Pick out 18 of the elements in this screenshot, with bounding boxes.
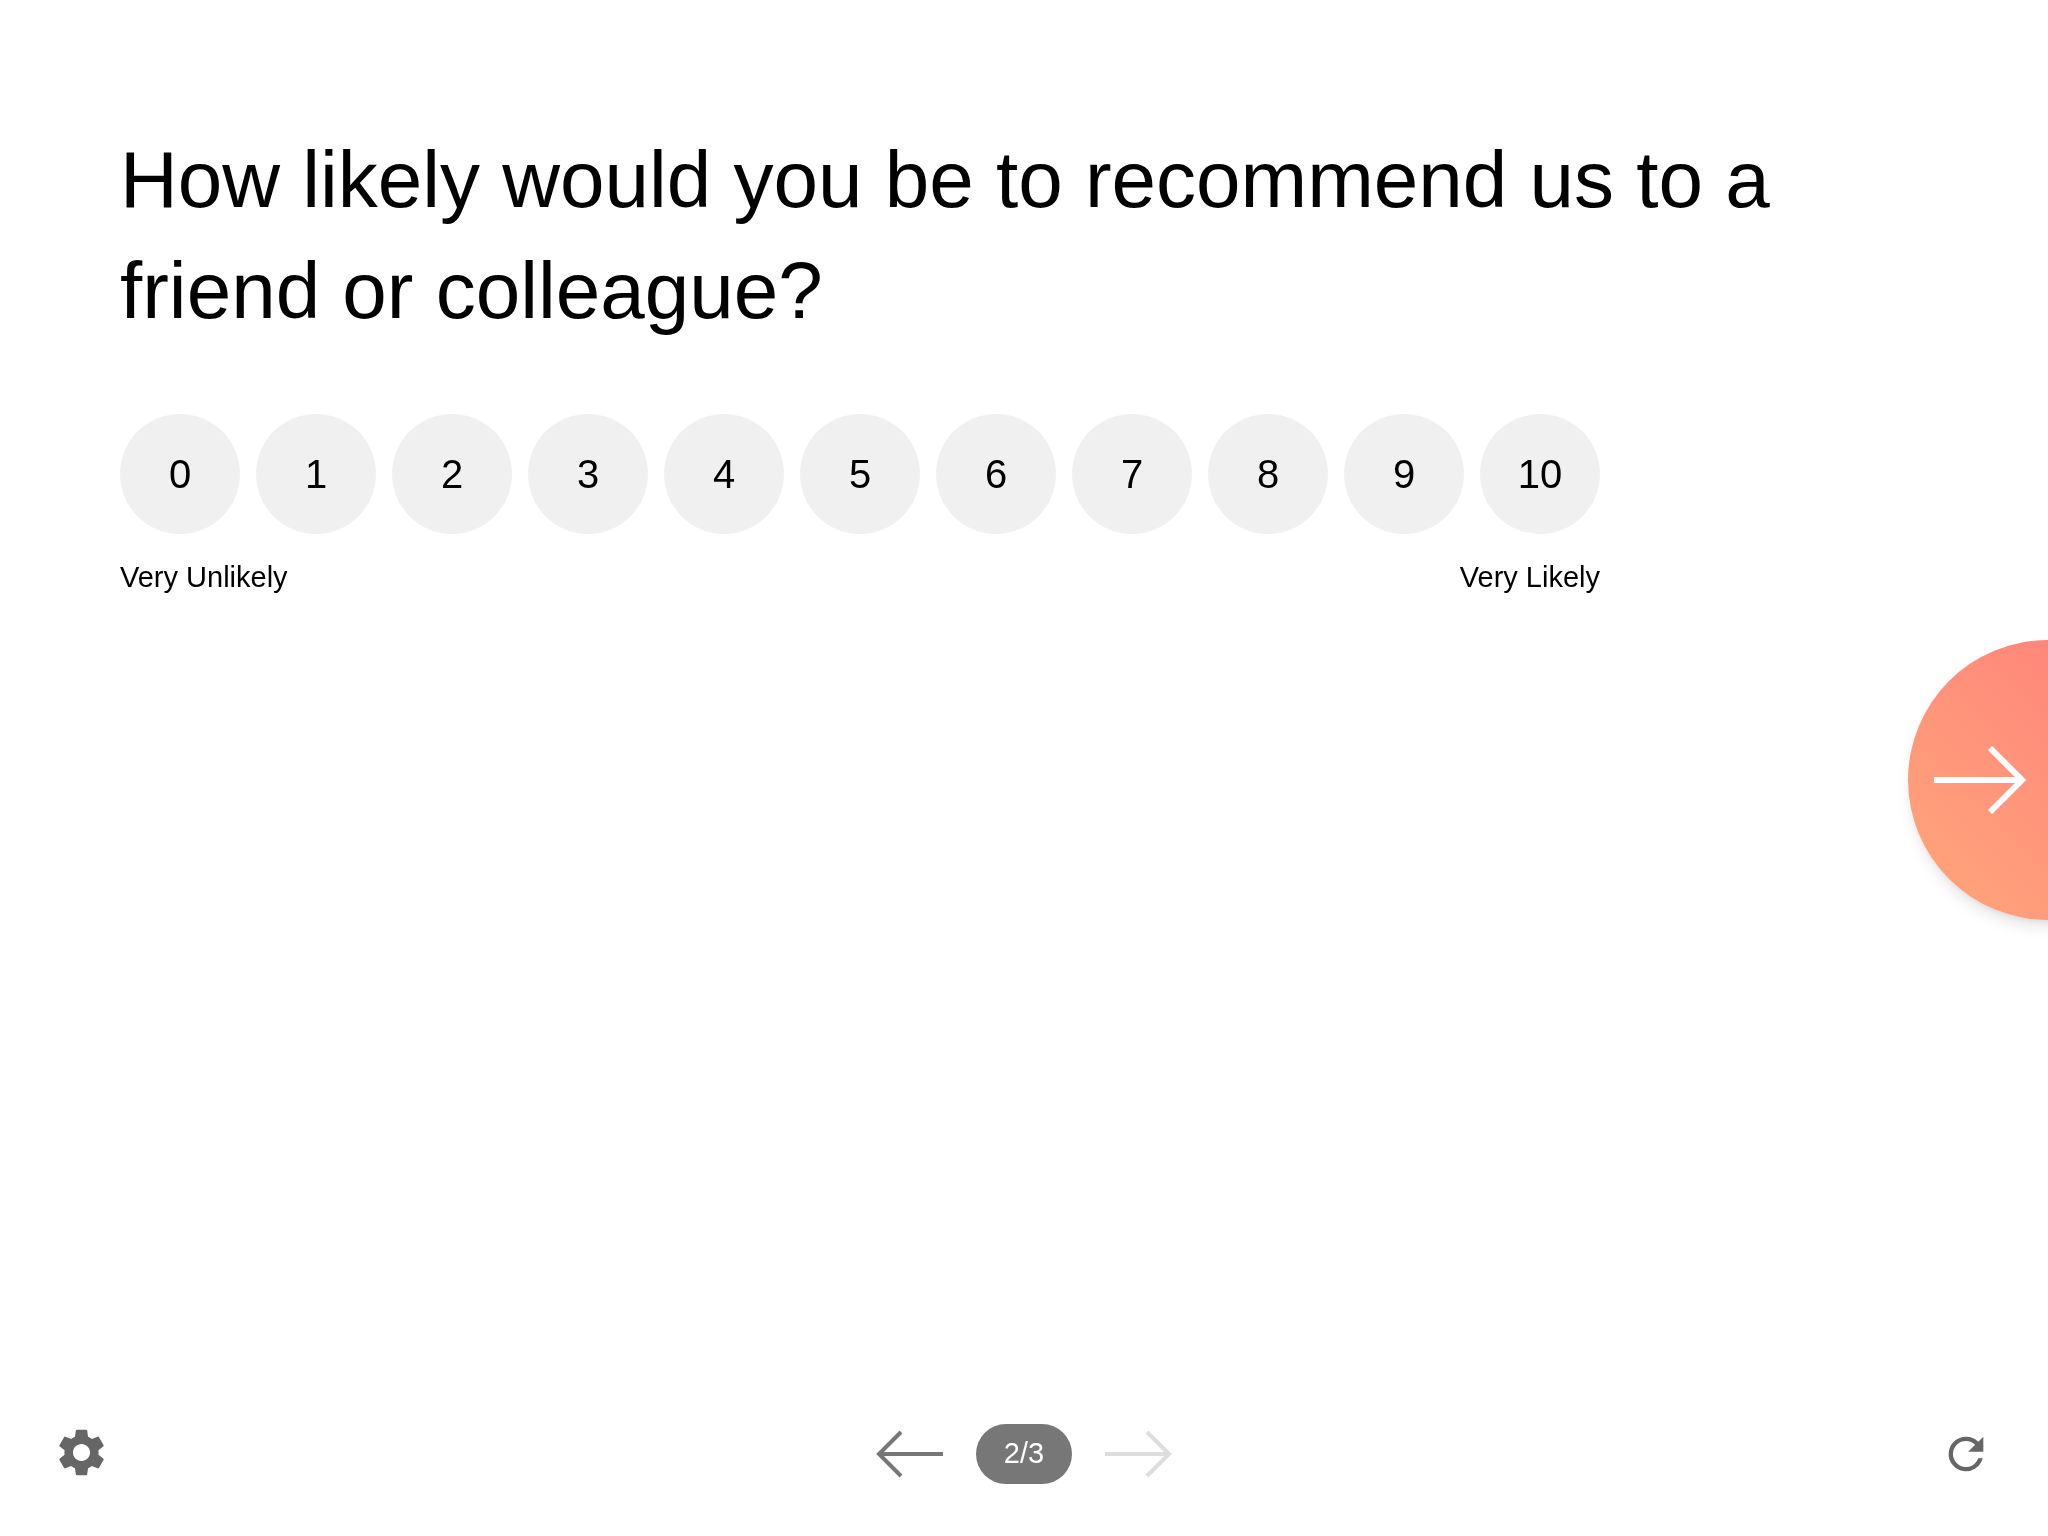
scale-min-label: Very Unlikely xyxy=(120,560,288,595)
arrow-right-icon xyxy=(1103,1430,1173,1478)
rating-option[interactable]: 5 xyxy=(800,414,920,534)
rating-option[interactable]: 2 xyxy=(392,414,512,534)
rating-option[interactable]: 8 xyxy=(1208,414,1328,534)
rating-option[interactable]: 0 xyxy=(120,414,240,534)
scale-max-label: Very Likely xyxy=(1459,560,1600,595)
rating-option[interactable]: 10 xyxy=(1480,414,1600,534)
question-text: How likely would you be to recommend us to a friend or colleague? xyxy=(120,134,1771,337)
rating-option[interactable]: 4 xyxy=(664,414,784,534)
arrow-left-icon xyxy=(875,1430,945,1478)
page-indicator: 2/3 xyxy=(976,1424,1072,1484)
rating-option[interactable]: 3 xyxy=(528,414,648,534)
rating-option[interactable]: 1 xyxy=(256,414,376,534)
rating-option[interactable]: 6 xyxy=(936,414,1056,534)
rating-option[interactable]: 7 xyxy=(1072,414,1192,534)
arrow-right-icon xyxy=(1932,746,2026,814)
rating-option[interactable]: 9 xyxy=(1344,414,1464,534)
